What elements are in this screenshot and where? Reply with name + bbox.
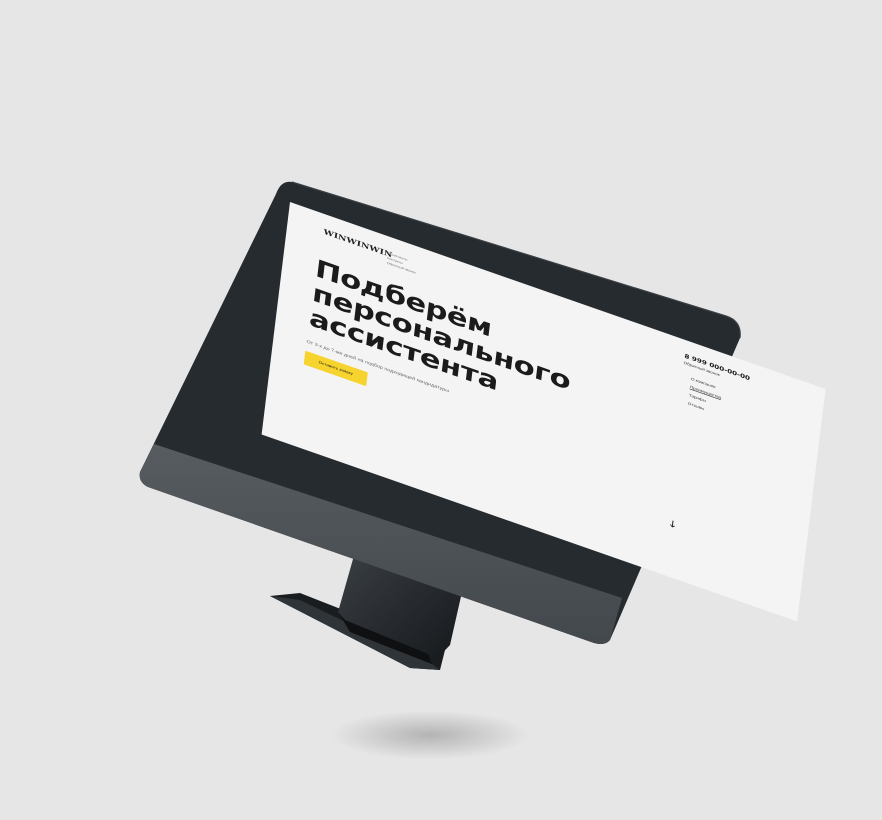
side-nav: О компании Преимущества Тарифы Отзывы [687, 375, 722, 419]
leave-request-button[interactable]: Оставить заявку [303, 350, 368, 387]
arrow-down-icon[interactable]: ↓ [667, 518, 678, 532]
top-nav: Ассистенты Контакты Обратный звонок [387, 251, 418, 275]
